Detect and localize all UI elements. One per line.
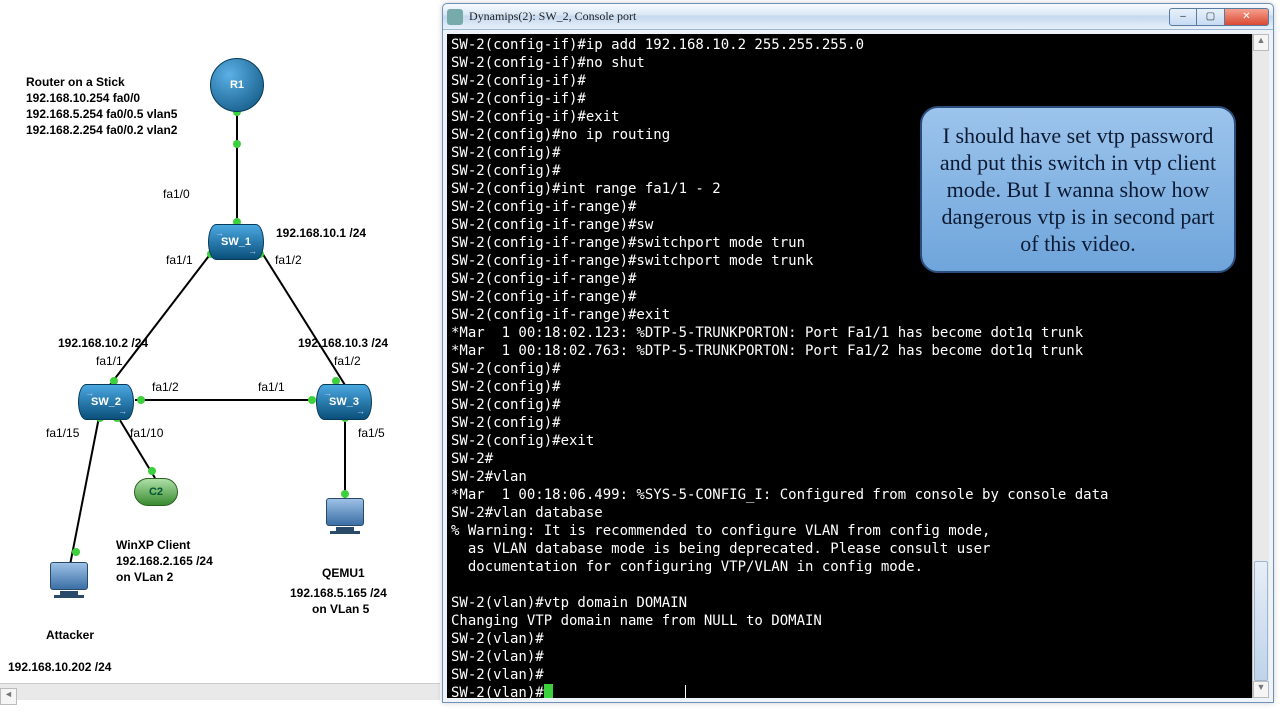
router-line-2: 192.168.5.254 fa0/0.5 vlan5 [26, 107, 177, 121]
port-sw3-l: fa1/1 [258, 380, 285, 394]
ip-sw1: 192.168.10.1 /24 [276, 226, 366, 240]
port-sw1-l: fa1/1 [166, 253, 193, 267]
annotation-callout: I should have set vtp password and put t… [920, 106, 1236, 273]
port-status-dot [233, 140, 241, 148]
attacker-label: Attacker [46, 628, 94, 642]
ip-sw3: 192.168.10.3 /24 [298, 336, 388, 350]
router-line-3: 192.168.2.254 fa0/0.2 vlan2 [26, 123, 177, 137]
qemu-label: QEMU1 [322, 566, 365, 580]
topology-canvas[interactable]: Router on a Stick 192.168.10.254 fa0/0 1… [0, 0, 440, 700]
titlebar[interactable]: Dynamips(2): SW_2, Console port – ▢ ✕ [443, 4, 1273, 30]
port-status-dot [308, 396, 316, 404]
close-icon: ✕ [1242, 11, 1250, 22]
attacker-ip: 192.168.10.202 /24 [8, 660, 111, 674]
scroll-up-button[interactable]: ▲ [1253, 34, 1269, 51]
port-status-dot [72, 548, 80, 556]
scrollbar-track[interactable] [1253, 51, 1269, 681]
port-sw2-p15: fa1/15 [46, 426, 79, 440]
minimize-button[interactable]: – [1169, 8, 1197, 26]
port-fa1-0: fa1/0 [163, 187, 190, 201]
port-status-dot [341, 490, 349, 498]
node-switch-sw3[interactable]: SW_3 [316, 384, 372, 420]
port-status-dot [148, 467, 156, 475]
node-switch-sw1[interactable]: SW_1 [208, 224, 264, 260]
close-button[interactable]: ✕ [1225, 8, 1269, 26]
maximize-button[interactable]: ▢ [1197, 8, 1225, 26]
qemu-ip: 192.168.5.165 /24 [290, 586, 387, 600]
node-cloud-c2[interactable]: C2 [134, 478, 178, 506]
node-pc-qemu1[interactable] [324, 498, 366, 540]
port-sw2-p10: fa1/10 [130, 426, 163, 440]
winxp-label: WinXP Client [116, 538, 190, 552]
minimize-icon: – [1180, 11, 1186, 22]
vertical-scrollbar[interactable]: ▲ ▼ [1252, 34, 1269, 698]
node-router-r1[interactable]: R1 [210, 58, 264, 112]
port-sw2-top: fa1/1 [96, 354, 123, 368]
router-line-1: 192.168.10.254 fa0/0 [26, 91, 140, 105]
qemu-vlan: on VLan 5 [312, 602, 369, 616]
node-label: C2 [149, 486, 163, 498]
port-sw1-r: fa1/2 [275, 253, 302, 267]
node-switch-sw2[interactable]: SW_2 [78, 384, 134, 420]
maximize-icon: ▢ [1206, 11, 1215, 22]
winxp-vlan: on VLan 2 [116, 570, 173, 584]
node-label: R1 [230, 79, 244, 91]
node-label: SW_3 [329, 396, 359, 408]
scroll-left-button[interactable]: ◄ [0, 688, 17, 705]
router-title: Router on a Stick [26, 75, 125, 89]
node-label: SW_2 [91, 396, 121, 408]
port-status-dot [137, 396, 145, 404]
winxp-ip: 192.168.2.165 /24 [116, 554, 213, 568]
window-title: Dynamips(2): SW_2, Console port [469, 9, 636, 24]
node-pc-attacker[interactable] [48, 562, 90, 604]
scrollbar-thumb[interactable] [1254, 561, 1268, 681]
port-sw3-top: fa1/2 [334, 354, 361, 368]
app-icon [447, 9, 463, 25]
node-label: SW_1 [221, 236, 251, 248]
ip-sw2: 192.168.10.2 /24 [58, 336, 148, 350]
topology-hscrollbar[interactable]: ◄ [0, 683, 440, 700]
port-sw3-p5: fa1/5 [358, 426, 385, 440]
scroll-down-button[interactable]: ▼ [1253, 681, 1269, 698]
callout-text: I should have set vtp password and put t… [940, 123, 1216, 256]
port-sw2-r: fa1/2 [152, 380, 179, 394]
text-caret [685, 685, 686, 698]
